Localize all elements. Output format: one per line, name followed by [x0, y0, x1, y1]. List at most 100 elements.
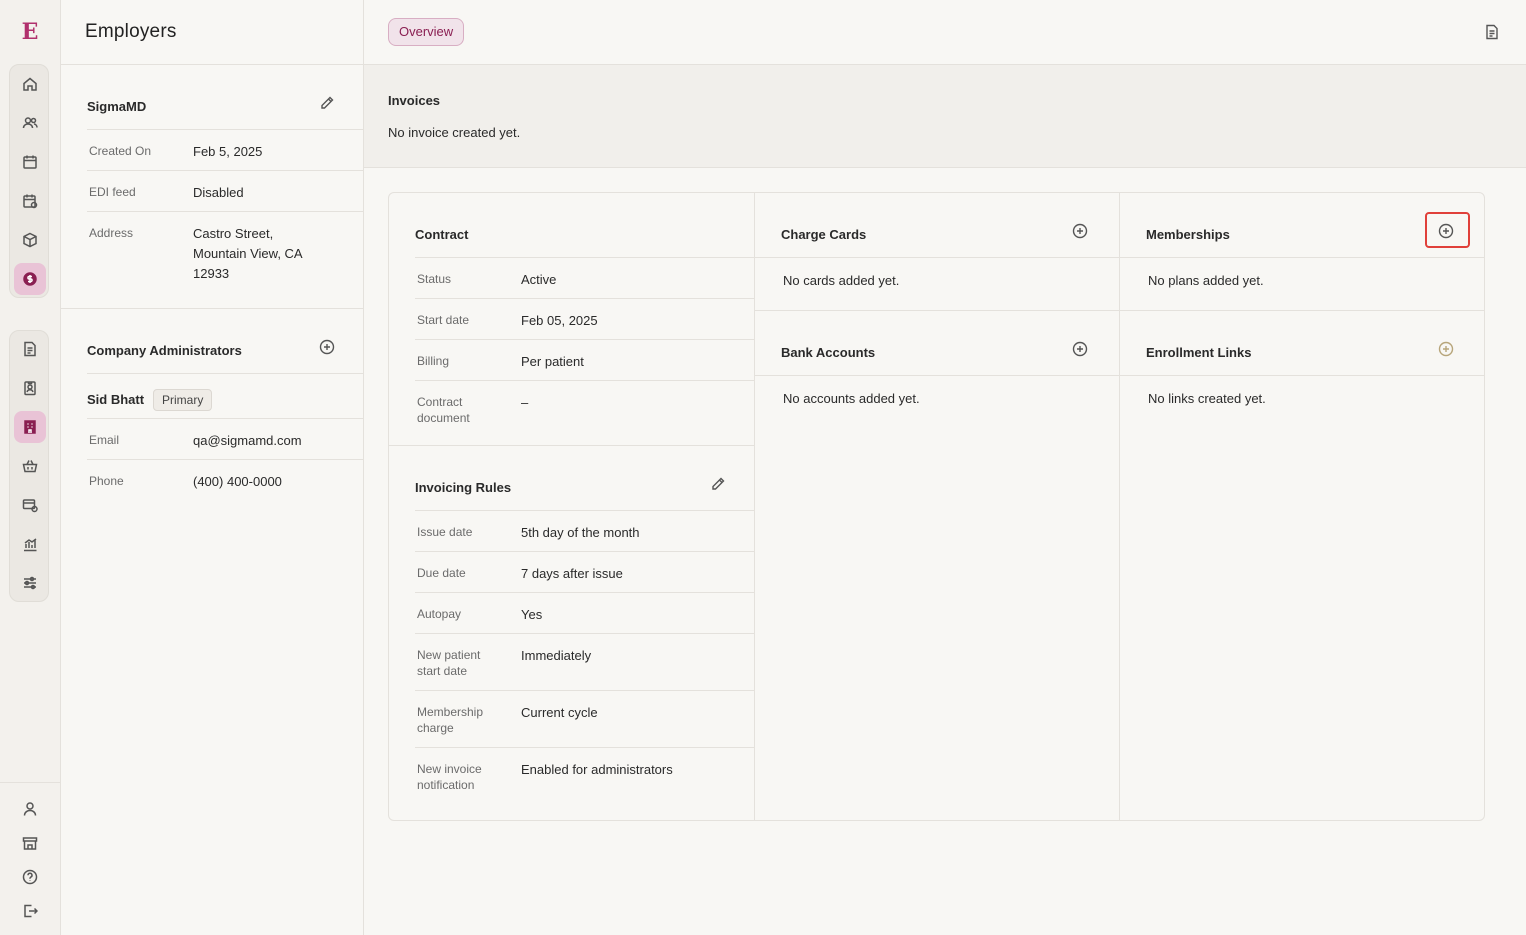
field-value: Enabled for administrators [521, 762, 673, 777]
row-divider [87, 373, 364, 374]
page-title: Employers [85, 21, 177, 42]
field-label: Email [89, 433, 120, 447]
package-icon[interactable] [14, 224, 46, 256]
admin-name: Sid Bhatt [87, 392, 145, 407]
section-divider [755, 310, 1120, 311]
admins-title: Company Administrators [87, 343, 242, 358]
field-label: Issue date [417, 525, 473, 539]
contract-field-row: Status Active [415, 257, 755, 298]
invoices-section: Invoices No invoice created yet. [364, 65, 1526, 168]
row-divider [755, 257, 1120, 258]
employer-name: SigmaMD [87, 99, 147, 114]
users-icon[interactable] [14, 107, 46, 139]
tab-overview[interactable]: Overview [388, 18, 465, 46]
invoicing-field-row: Membership charge Current cycle [415, 690, 755, 747]
bank-accounts-empty: No accounts added yet. [783, 391, 920, 406]
employer-field-row: Created On Feb 5, 2025 [87, 129, 364, 170]
chart-icon[interactable] [14, 528, 46, 560]
page-header: Employers [61, 0, 363, 65]
add-enrollment-link-plus-circle-icon[interactable] [1437, 340, 1455, 358]
employer-field-row: EDI feed Disabled [87, 170, 364, 211]
field-label: Membership charge [417, 705, 484, 735]
edit-invoicing-pencil-icon[interactable] [709, 475, 727, 493]
add-bank-plus-circle-icon[interactable] [1071, 340, 1089, 358]
employer-panel: Employers SigmaMD Created On Feb 5, 2025… [61, 0, 364, 935]
bank-accounts-title: Bank Accounts [781, 345, 876, 360]
invoices-title: Invoices [388, 93, 441, 108]
field-label: Contract document [417, 395, 470, 425]
field-label: New invoice notification [417, 762, 482, 792]
rail-group-primary [9, 64, 49, 298]
app-logo[interactable]: E [20, 20, 40, 44]
memberships-empty: No plans added yet. [1148, 273, 1264, 288]
home-icon[interactable] [14, 68, 46, 100]
enrollment-links-empty: No links created yet. [1148, 391, 1266, 406]
row-divider [1120, 375, 1485, 376]
invoicing-field-row: Autopay Yes [415, 592, 755, 633]
section-divider [1120, 310, 1485, 311]
charge-cards-title: Charge Cards [781, 227, 867, 242]
field-value: Feb 05, 2025 [521, 313, 598, 328]
field-value: Active [521, 272, 557, 287]
add-admin-plus-circle-icon[interactable] [318, 338, 336, 356]
user-icon[interactable] [14, 793, 46, 825]
field-label: Due date [417, 566, 466, 580]
store-icon[interactable] [14, 827, 46, 859]
field-value: qa@sigmamd.com [193, 433, 302, 448]
invoicing-field-row: Issue date 5th day of the month [415, 510, 755, 551]
row-divider [755, 375, 1120, 376]
employer-field-row: Address Castro Street, Mountain View, CA… [87, 211, 364, 308]
charge-cards-empty: No cards added yet. [783, 273, 900, 288]
document-icon[interactable] [14, 333, 46, 365]
primary-badge: Primary [153, 389, 213, 411]
rail-divider [0, 782, 60, 783]
field-label: Autopay [417, 607, 462, 621]
memberships-column: Memberships No plans added yet. Enrollme… [1119, 193, 1485, 820]
basket-icon[interactable] [14, 450, 46, 482]
field-value: Immediately [521, 648, 592, 663]
invoicing-field-row: New patient start date Immediately [415, 633, 755, 690]
field-value: Disabled [193, 185, 244, 200]
card-settings-icon[interactable] [14, 489, 46, 521]
main-header: Overview [364, 0, 1526, 65]
document-icon[interactable] [1483, 23, 1501, 41]
logout-icon[interactable] [14, 895, 46, 927]
admin-field-row: Phone (400) 400-0000 [87, 459, 364, 500]
invoicing-field-row: New invoice notification Enabled for adm… [415, 747, 755, 804]
main-content: Overview Invoices No invoice created yet… [364, 0, 1526, 935]
add-membership-plus-circle-icon[interactable] [1437, 222, 1455, 240]
field-label: Status [417, 272, 452, 286]
contract-column: Contract Status Active Start date Feb 05… [389, 193, 755, 820]
field-value: Yes [521, 607, 543, 622]
building-icon[interactable] [14, 411, 46, 443]
field-value: Feb 5, 2025 [193, 144, 263, 159]
section-divider [389, 445, 755, 446]
calendar-check-icon[interactable] [14, 185, 46, 217]
calendar-icon[interactable] [14, 146, 46, 178]
badge-icon[interactable] [14, 372, 46, 404]
field-value: Current cycle [521, 705, 598, 720]
field-label: Phone [89, 474, 124, 488]
invoicing-rules-title: Invoicing Rules [415, 480, 512, 495]
section-divider [61, 308, 363, 309]
field-label: Created On [89, 144, 152, 158]
field-value: (400) 400-0000 [193, 474, 282, 489]
nav-rail: E [0, 0, 61, 935]
edit-employer-pencil-icon[interactable] [318, 94, 336, 112]
field-value: 7 days after issue [521, 566, 623, 581]
field-label: Address [89, 226, 134, 240]
field-label: Start date [417, 313, 470, 327]
dollar-icon[interactable] [14, 263, 46, 295]
help-icon[interactable] [14, 861, 46, 893]
details-card: Contract Status Active Start date Feb 05… [388, 192, 1485, 821]
memberships-title: Memberships [1146, 227, 1230, 242]
contract-field-row: Start date Feb 05, 2025 [415, 298, 755, 339]
invoicing-field-row: Due date 7 days after issue [415, 551, 755, 592]
sliders-icon[interactable] [14, 567, 46, 599]
field-value: Castro Street, Mountain View, CA 12933 [193, 226, 303, 281]
payments-column: Charge Cards No cards added yet. Bank Ac… [754, 193, 1120, 820]
add-card-plus-circle-icon[interactable] [1071, 222, 1089, 240]
field-label: New patient start date [417, 648, 481, 678]
invoices-empty: No invoice created yet. [388, 125, 521, 140]
contract-title: Contract [415, 227, 469, 242]
